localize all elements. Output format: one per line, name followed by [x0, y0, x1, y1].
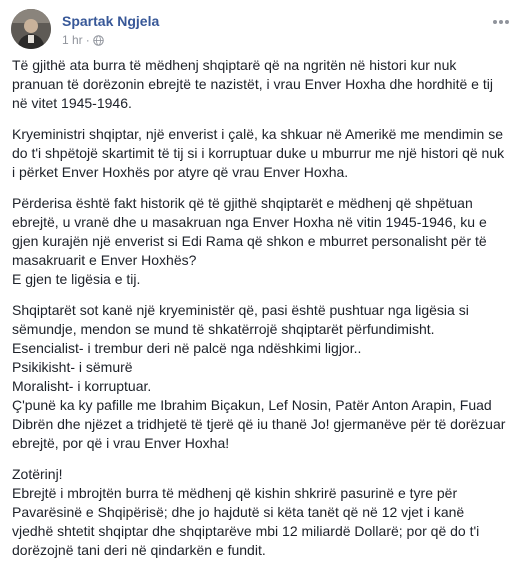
- post-text-line: Ebrejtë i mbrojtën burra të mëdhenj që k…: [12, 485, 480, 558]
- post-paragraph: Zotërinj! Ebrejtë i mbrojtën burra të më…: [12, 465, 508, 560]
- post-text-line: Përderisa është fakt historik që të gjit…: [12, 195, 487, 268]
- dot-2: [499, 20, 503, 24]
- globe-icon[interactable]: [92, 34, 104, 46]
- post-text-line: Zotërinj!: [12, 466, 63, 482]
- post-text-line: Ç'punë ka ky pafille me Ibrahim Biçakun,…: [12, 397, 506, 451]
- post-body: Të gjithë ata burra të mëdhenj shqiptarë…: [12, 56, 508, 572]
- post-meta: 1 hr ·: [62, 33, 104, 47]
- post-text-line: Të gjithë ata burra të mëdhenj shqiptarë…: [12, 57, 493, 111]
- post-header: Spartak Ngjela 1 hr ·: [8, 6, 516, 50]
- post-timestamp[interactable]: 1 hr: [62, 33, 83, 47]
- dot-3: [505, 20, 510, 24]
- post-paragraph: Përderisa është fakt historik që të gjit…: [12, 194, 508, 289]
- post-text-line: Psikikisht- i sëmurë: [12, 359, 133, 375]
- post-text-line: E gjen te ligësia e tij.: [12, 271, 141, 287]
- post-text-line: Moralisht- i korruptuar.: [12, 378, 152, 394]
- meta-separator: ·: [85, 33, 90, 47]
- profile-photo-icon: [11, 9, 51, 49]
- author-name[interactable]: Spartak Ngjela: [62, 13, 159, 29]
- post-text-line: Esencialist- i trembur deri në palcë nga…: [12, 340, 362, 356]
- post-paragraph: Kryeministri shqiptar, një enverist i ça…: [12, 125, 508, 182]
- avatar[interactable]: [11, 9, 51, 49]
- more-options-icon[interactable]: [490, 14, 512, 30]
- post-text-line: Kryeministri shqiptar, një enverist i ça…: [12, 126, 505, 180]
- post-paragraph: Shqiptarët sot kanë një kryeministër që,…: [12, 301, 508, 453]
- post-paragraph: Të gjithë ata burra të mëdhenj shqiptarë…: [12, 56, 508, 113]
- facebook-post: Spartak Ngjela 1 hr · Të gjithë ata burr…: [0, 0, 524, 570]
- post-text-line: Shqiptarët sot kanë një kryeministër që,…: [12, 302, 469, 337]
- dot-1: [492, 20, 497, 24]
